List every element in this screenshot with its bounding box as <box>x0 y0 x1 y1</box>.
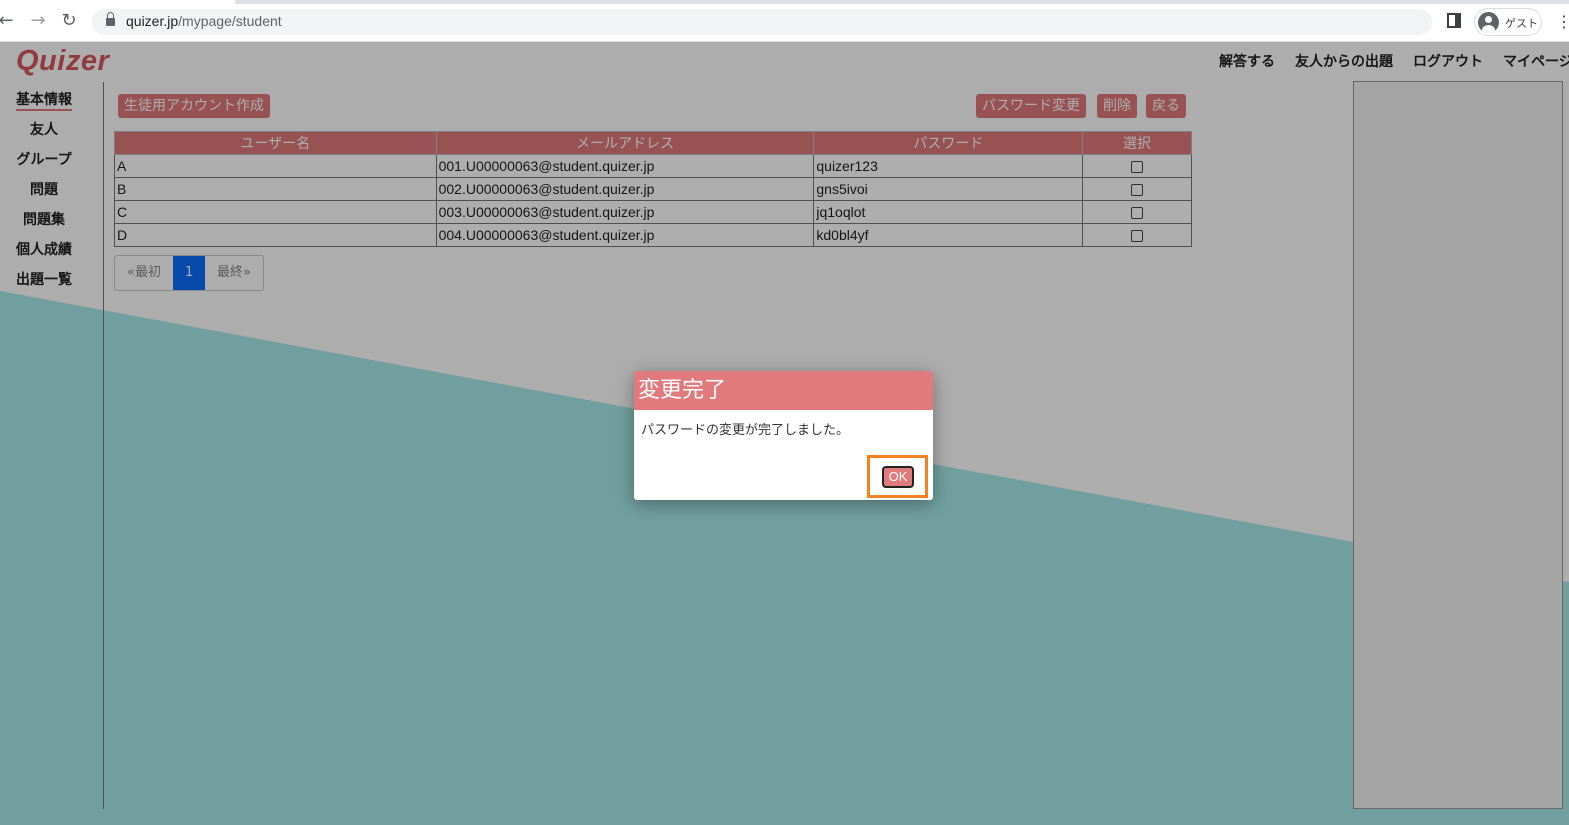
address-bar[interactable]: quizer.jp/mypage/student <box>92 9 1432 35</box>
profile-button[interactable]: ゲスト <box>1474 8 1542 36</box>
ok-button-highlight: OK <box>867 455 928 498</box>
lock-icon <box>106 12 115 26</box>
url-text: quizer.jp/mypage/student <box>126 13 282 29</box>
ok-button[interactable]: OK <box>882 466 914 488</box>
profile-label: ゲスト <box>1505 17 1538 30</box>
reload-icon[interactable]: ↻ <box>59 11 79 31</box>
avatar-icon <box>1478 12 1499 33</box>
side-panel-icon[interactable] <box>1447 13 1461 28</box>
page: Quizer 解答する 友人からの出題 ログアウト マイページ 基本情報 友人 … <box>0 42 1569 825</box>
forward-arrow-icon[interactable]: → <box>28 11 48 31</box>
change-complete-dialog: 変更完了 パスワードの変更が完了しました。 OK <box>634 371 933 500</box>
dialog-title: 変更完了 <box>634 371 933 410</box>
kebab-menu-icon[interactable]: ⋮ <box>1556 12 1569 31</box>
tab-strip <box>235 0 1569 4</box>
browser-toolbar: ← → ↻ quizer.jp/mypage/student ゲスト ⋮ <box>0 0 1569 42</box>
dialog-message: パスワードの変更が完了しました。 <box>641 423 850 438</box>
back-arrow-icon[interactable]: ← <box>0 11 16 31</box>
